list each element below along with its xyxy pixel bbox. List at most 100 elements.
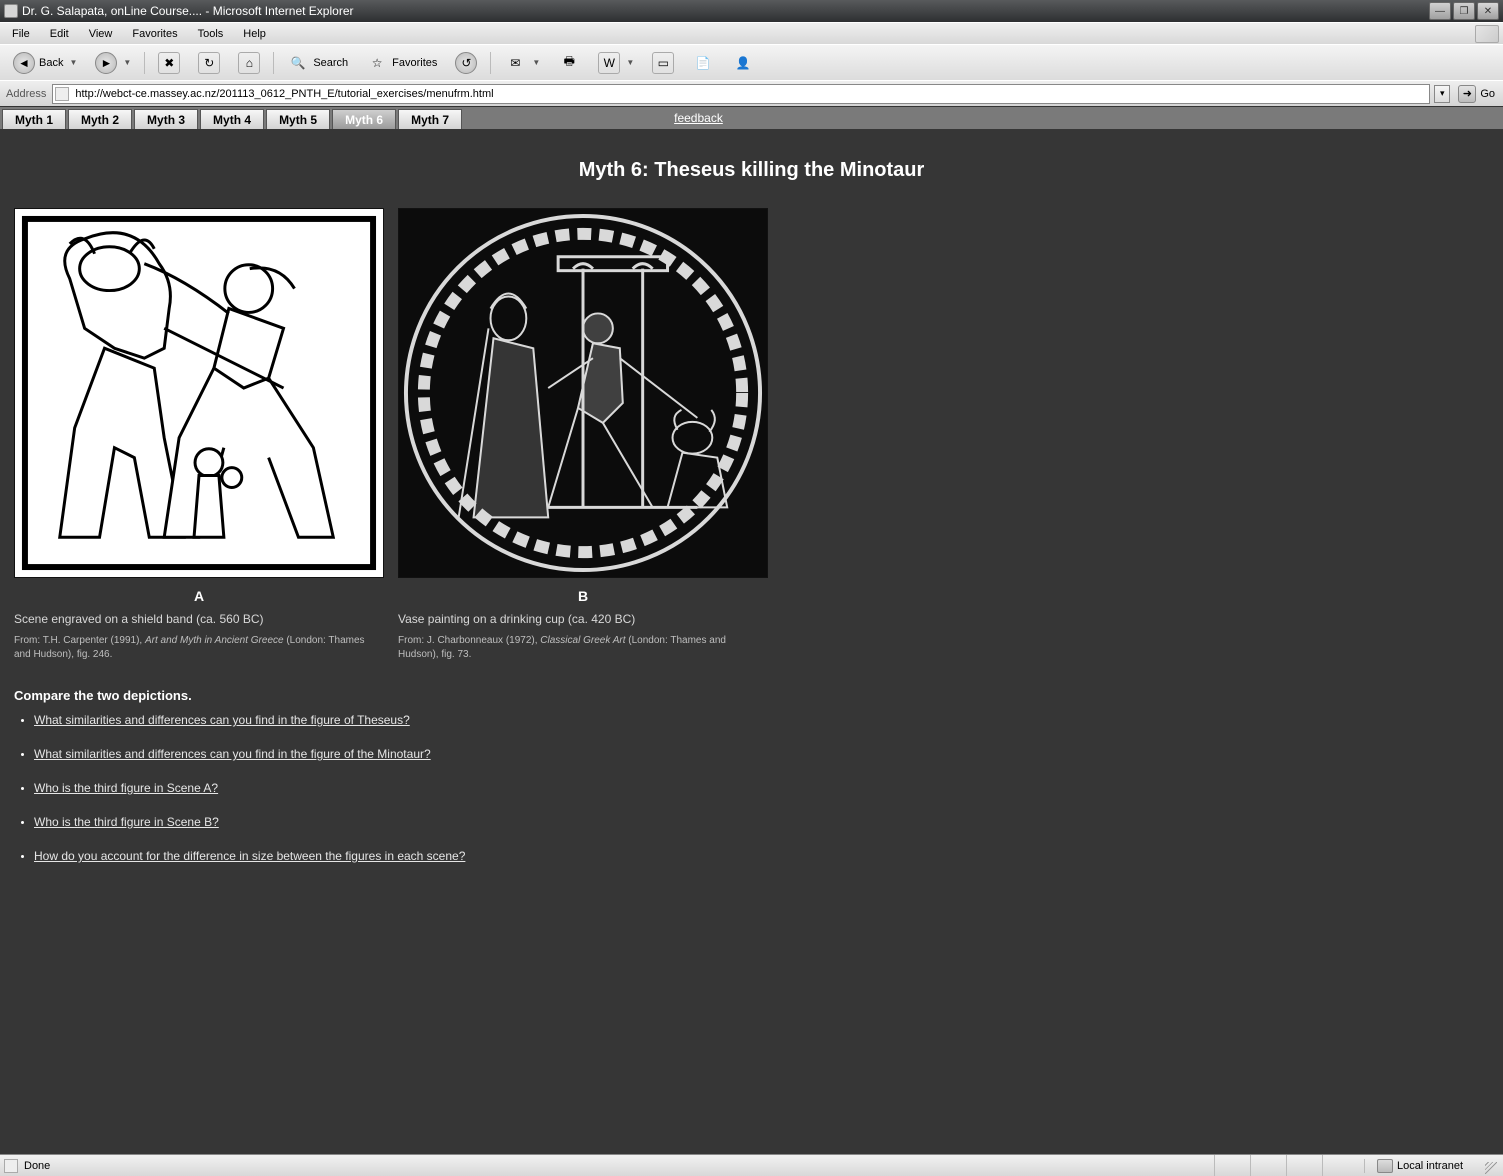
feedback-link[interactable]: feedback xyxy=(674,111,723,125)
address-field-wrap[interactable] xyxy=(52,84,1430,104)
refresh-button[interactable]: ↻ xyxy=(191,49,227,77)
edit-icon: W xyxy=(598,52,620,74)
edit-dropdown-icon[interactable]: ▼ xyxy=(626,58,634,67)
favorites-button[interactable]: ☆ Favorites xyxy=(359,49,444,77)
home-icon: ⌂ xyxy=(238,52,260,74)
research-icon: 📄 xyxy=(692,52,714,74)
status-cell xyxy=(1250,1155,1286,1176)
security-zone[interactable]: Local intranet xyxy=(1364,1159,1475,1173)
figure-b-letter: B xyxy=(398,588,768,604)
favorites-label: Favorites xyxy=(392,57,437,69)
forward-icon: ► xyxy=(95,52,117,74)
menu-help[interactable]: Help xyxy=(235,26,274,42)
menu-view[interactable]: View xyxy=(81,26,121,42)
figure-a-source: From: T.H. Carpenter (1991), Art and Myt… xyxy=(14,634,384,662)
search-label: Search xyxy=(313,57,348,69)
windows-flag-icon xyxy=(1475,25,1499,43)
close-button[interactable]: ✕ xyxy=(1477,2,1499,20)
content-viewport[interactable]: Myth 1 Myth 2 Myth 3 Myth 4 Myth 5 Myth … xyxy=(0,106,1503,1154)
ie-icon xyxy=(4,4,18,18)
figure-b-caption: Vase painting on a drinking cup (ca. 420… xyxy=(398,612,768,626)
question-link-2[interactable]: What similarities and differences can yo… xyxy=(34,747,431,761)
window-title: Dr. G. Salapata, onLine Course.... - Mic… xyxy=(22,4,1429,18)
edit-button[interactable]: W▼ xyxy=(591,49,641,77)
list-item: What similarities and differences can yo… xyxy=(34,747,1489,761)
address-dropdown-button[interactable]: ▾ xyxy=(1434,85,1450,103)
status-cell xyxy=(1214,1155,1250,1176)
minimize-button[interactable]: — xyxy=(1429,2,1451,20)
favorites-icon: ☆ xyxy=(366,52,388,74)
address-label: Address xyxy=(4,88,48,100)
tab-myth-5[interactable]: Myth 5 xyxy=(266,109,330,129)
tab-myth-7[interactable]: Myth 7 xyxy=(398,109,462,129)
status-text: Done xyxy=(24,1160,50,1172)
compare-heading: Compare the two depictions. xyxy=(14,688,1489,703)
tab-myth-6[interactable]: Myth 6 xyxy=(332,109,396,129)
discuss-icon: ▭ xyxy=(652,52,674,74)
tab-myth-1[interactable]: Myth 1 xyxy=(2,109,66,129)
refresh-icon: ↻ xyxy=(198,52,220,74)
status-cell xyxy=(1286,1155,1322,1176)
forward-dropdown-icon[interactable]: ▼ xyxy=(123,58,131,67)
toolbar: ◄ Back ▼ ► ▼ ✖ ↻ ⌂ 🔍 Search ☆ Favorites … xyxy=(0,44,1503,80)
figure-b: B Vase painting on a drinking cup (ca. 4… xyxy=(398,208,768,662)
figure-b-source: From: J. Charbonneaux (1972), Classical … xyxy=(398,634,768,662)
page-icon xyxy=(55,87,69,101)
figure-b-image xyxy=(398,208,768,578)
messenger-icon: 👤 xyxy=(732,52,754,74)
question-link-4[interactable]: Who is the third figure in Scene B? xyxy=(34,815,219,829)
go-button[interactable]: ➜ Go xyxy=(1454,85,1499,103)
question-link-3[interactable]: Who is the third figure in Scene A? xyxy=(34,781,218,795)
question-link-1[interactable]: What similarities and differences can yo… xyxy=(34,713,410,727)
search-button[interactable]: 🔍 Search xyxy=(280,49,355,77)
back-button[interactable]: ◄ Back ▼ xyxy=(6,49,84,77)
titlebar: Dr. G. Salapata, onLine Course.... - Mic… xyxy=(0,0,1503,22)
back-icon: ◄ xyxy=(13,52,35,74)
restore-button[interactable]: ❐ xyxy=(1453,2,1475,20)
discuss-button[interactable]: ▭ xyxy=(645,49,681,77)
print-icon: 🖶 xyxy=(558,52,580,74)
status-page-icon xyxy=(4,1159,18,1173)
list-item: How do you account for the difference in… xyxy=(34,849,1489,863)
go-label: Go xyxy=(1480,88,1495,100)
menubar: File Edit View Favorites Tools Help xyxy=(0,22,1503,44)
tab-myth-4[interactable]: Myth 4 xyxy=(200,109,264,129)
menu-tools[interactable]: Tools xyxy=(190,26,232,42)
messenger-button[interactable]: 👤 xyxy=(725,49,761,77)
addressbar: Address ▾ ➜ Go xyxy=(0,80,1503,106)
stop-icon: ✖ xyxy=(158,52,180,74)
figure-a: A Scene engraved on a shield band (ca. 5… xyxy=(14,208,384,662)
history-icon: ↺ xyxy=(455,52,477,74)
question-list: What similarities and differences can yo… xyxy=(14,713,1489,863)
myth-tabbar: Myth 1 Myth 2 Myth 3 Myth 4 Myth 5 Myth … xyxy=(0,107,1503,129)
tab-myth-2[interactable]: Myth 2 xyxy=(68,109,132,129)
list-item: Who is the third figure in Scene B? xyxy=(34,815,1489,829)
list-item: Who is the third figure in Scene A? xyxy=(34,781,1489,795)
figure-a-caption: Scene engraved on a shield band (ca. 560… xyxy=(14,612,384,626)
question-link-5[interactable]: How do you account for the difference in… xyxy=(34,849,465,863)
tab-myth-3[interactable]: Myth 3 xyxy=(134,109,198,129)
history-button[interactable]: ↺ xyxy=(448,49,484,77)
intranet-icon xyxy=(1377,1159,1393,1173)
go-icon: ➜ xyxy=(1458,85,1476,103)
research-button[interactable]: 📄 xyxy=(685,49,721,77)
menu-edit[interactable]: Edit xyxy=(42,26,77,42)
back-dropdown-icon[interactable]: ▼ xyxy=(69,58,77,67)
zone-label: Local intranet xyxy=(1397,1160,1463,1172)
search-icon: 🔍 xyxy=(287,52,309,74)
stop-button[interactable]: ✖ xyxy=(151,49,187,77)
mail-icon: ✉ xyxy=(504,52,526,74)
mail-dropdown-icon[interactable]: ▼ xyxy=(532,58,540,67)
mail-button[interactable]: ✉▼ xyxy=(497,49,547,77)
status-cell xyxy=(1322,1155,1358,1176)
address-input[interactable] xyxy=(73,86,1427,102)
forward-button[interactable]: ► ▼ xyxy=(88,49,138,77)
statusbar: Done Local intranet xyxy=(0,1154,1503,1176)
figure-a-letter: A xyxy=(14,588,384,604)
menu-file[interactable]: File xyxy=(4,26,38,42)
home-button[interactable]: ⌂ xyxy=(231,49,267,77)
resize-grip[interactable] xyxy=(1481,1155,1499,1176)
menu-favorites[interactable]: Favorites xyxy=(124,26,185,42)
print-button[interactable]: 🖶 xyxy=(551,49,587,77)
back-label: Back xyxy=(39,57,63,69)
